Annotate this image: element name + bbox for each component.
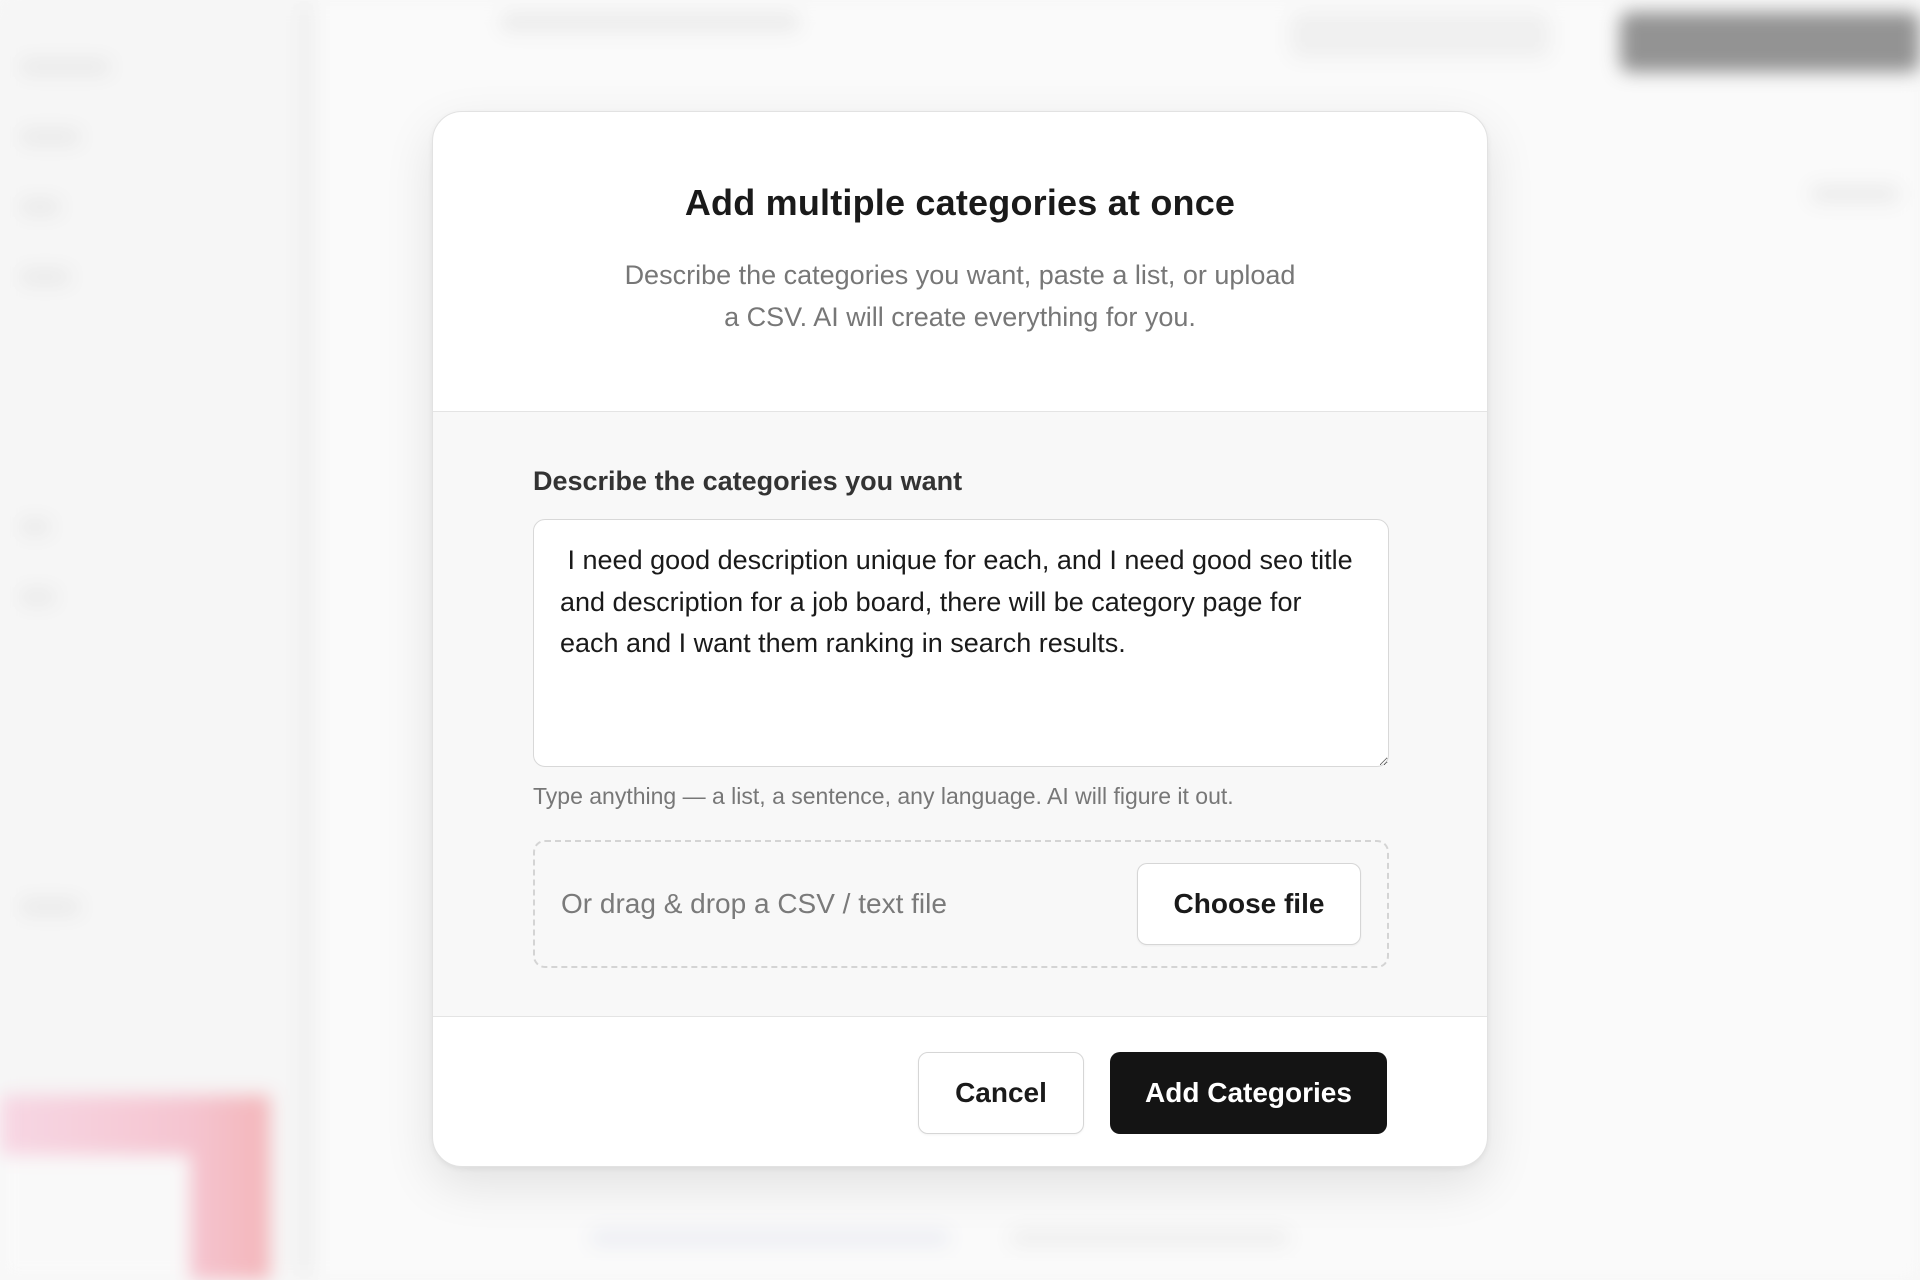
- add-categories-button[interactable]: Add Categories: [1110, 1051, 1387, 1134]
- dropzone-text: Or drag & drop a CSV / text file: [561, 888, 947, 919]
- modal-header: Add multiple categories at once Describe…: [433, 112, 1487, 412]
- textarea-hint: Type anything — a list, a sentence, any …: [533, 783, 1234, 809]
- categories-description-textarea[interactable]: I need good description unique for each,…: [533, 519, 1389, 767]
- file-dropzone[interactable]: Or drag & drop a CSV / text file Choose …: [533, 840, 1389, 968]
- modal-title: Add multiple categories at once: [684, 182, 1236, 223]
- cancel-button[interactable]: Cancel: [918, 1051, 1084, 1134]
- modal-body: Describe the categories you want I need …: [433, 412, 1487, 1017]
- categories-description-label: Describe the categories you want: [533, 466, 963, 496]
- add-categories-modal: Add multiple categories at once Describe…: [432, 111, 1488, 1167]
- modal-subtitle: Describe the categories you want, paste …: [624, 260, 1296, 332]
- choose-file-button[interactable]: Choose file: [1137, 863, 1361, 945]
- modal-footer: Cancel Add Categories: [433, 1017, 1487, 1166]
